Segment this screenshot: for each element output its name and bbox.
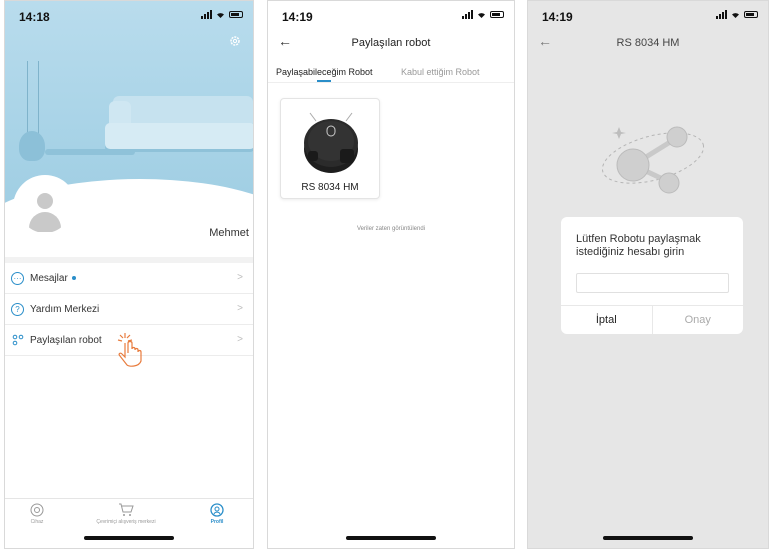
dialog-buttons: İptal Onay — [561, 305, 743, 334]
status-note: Veriler zaten görüntülendi — [356, 226, 426, 232]
wifi-icon — [732, 13, 739, 18]
status-icons — [201, 9, 243, 19]
status-icons — [716, 9, 758, 19]
tab-label: Çevrimiçi alışveriş merkezi — [96, 519, 156, 525]
bottom-tab-bar: Cihaz Çevrimiçi alışveriş merkezi Profil — [5, 498, 253, 548]
status-time: 14:18 — [19, 10, 50, 24]
cancel-button[interactable]: İptal — [561, 306, 653, 334]
battery-icon — [229, 10, 243, 18]
tap-hand-icon — [117, 333, 142, 367]
robot-name: RS 8034 HM — [301, 182, 359, 193]
unread-dot — [71, 276, 76, 280]
page-title: Paylaşılan robot — [351, 37, 431, 49]
status-bar: 14:19 — [528, 1, 768, 29]
nav-bar: ← RS 8034 HM — [528, 31, 768, 55]
status-time: 14:19 — [282, 10, 313, 24]
active-tab-underline — [317, 80, 331, 82]
robot-vacuum-image — [304, 112, 358, 173]
tab-shareable-robots[interactable]: Paylaşabileceğim Robot — [276, 67, 373, 77]
tab-device[interactable]: Cihaz — [17, 503, 57, 525]
nav-bar: ← Paylaşılan robot — [268, 31, 514, 55]
decor-vase — [19, 131, 45, 161]
menu-item-label: Yardım Merkezi — [30, 303, 100, 315]
chevron-right-icon: > — [237, 272, 243, 283]
shared-robot-screen: 14:19 ← Paylaşılan robot Paylaşabileceği… — [267, 0, 515, 549]
decor-sofa-seat — [105, 123, 253, 149]
dialog-message: Lütfen Robotu paylaşmak istediğiniz hesa… — [576, 233, 701, 258]
share-nodes-icon — [11, 334, 24, 347]
chevron-right-icon: > — [237, 334, 243, 345]
chat-bubble-icon: ··· — [11, 271, 24, 285]
signal-icon — [201, 9, 212, 19]
account-input[interactable] — [576, 273, 729, 293]
menu-item-label: Paylaşılan robot — [30, 334, 102, 346]
question-icon: ? — [11, 302, 24, 316]
share-robot-dialog-screen: 14:19 ← RS 8034 HM Lütfen Robotu paylaşm… — [527, 0, 769, 549]
wifi-icon — [217, 13, 224, 18]
profile-icon — [210, 503, 224, 517]
battery-icon — [490, 10, 504, 18]
avatar-placeholder-icon — [19, 181, 71, 233]
menu-item-label: Mesajlar — [30, 272, 68, 284]
status-time: 14:19 — [542, 10, 573, 24]
tab-accepted-robots[interactable]: Kabul ettiğim Robot — [401, 67, 480, 77]
tab-label: Profil — [210, 519, 224, 525]
decor-plant — [27, 61, 39, 136]
shopping-cart-icon — [119, 503, 134, 516]
tab-label: Cihaz — [30, 519, 44, 525]
page-title: RS 8034 HM — [616, 37, 680, 49]
share-account-dialog: Lütfen Robotu paylaşmak istediğiniz hesa… — [561, 217, 743, 334]
wifi-icon — [478, 13, 485, 18]
chevron-right-icon: > — [237, 303, 243, 314]
menu-item-messages[interactable]: ··· Mesajlar > — [5, 263, 253, 294]
segment-tabs: Paylaşabileceğim Robot Kabul ettiğim Rob… — [268, 61, 514, 83]
status-bar: 14:19 — [268, 1, 514, 29]
tab-online-shop[interactable]: Çevrimiçi alışveriş merkezi — [81, 503, 171, 525]
status-bar: 14:18 — [5, 1, 253, 29]
username: Mehmet — [209, 227, 249, 239]
tab-profile[interactable]: Profil — [197, 503, 237, 525]
home-indicator — [603, 536, 693, 540]
battery-icon — [744, 10, 758, 18]
robot-card[interactable]: RS 8034 HM — [280, 98, 380, 199]
profile-screen: 14:18 Mehmet ··· Mesajlar > ? Yardım Mer… — [4, 0, 254, 549]
decor-table — [45, 149, 135, 155]
signal-icon — [716, 9, 727, 19]
settings-gear-icon[interactable] — [229, 35, 241, 47]
signal-icon — [462, 9, 473, 19]
status-icons — [462, 9, 504, 19]
confirm-button[interactable]: Onay — [653, 306, 744, 334]
home-indicator — [84, 536, 174, 540]
avatar[interactable] — [13, 175, 77, 239]
robot-vacuum-icon — [30, 503, 44, 517]
menu-item-help-center[interactable]: ? Yardım Merkezi > — [5, 294, 253, 325]
share-illustration-icon — [601, 126, 705, 194]
home-indicator — [346, 536, 436, 540]
